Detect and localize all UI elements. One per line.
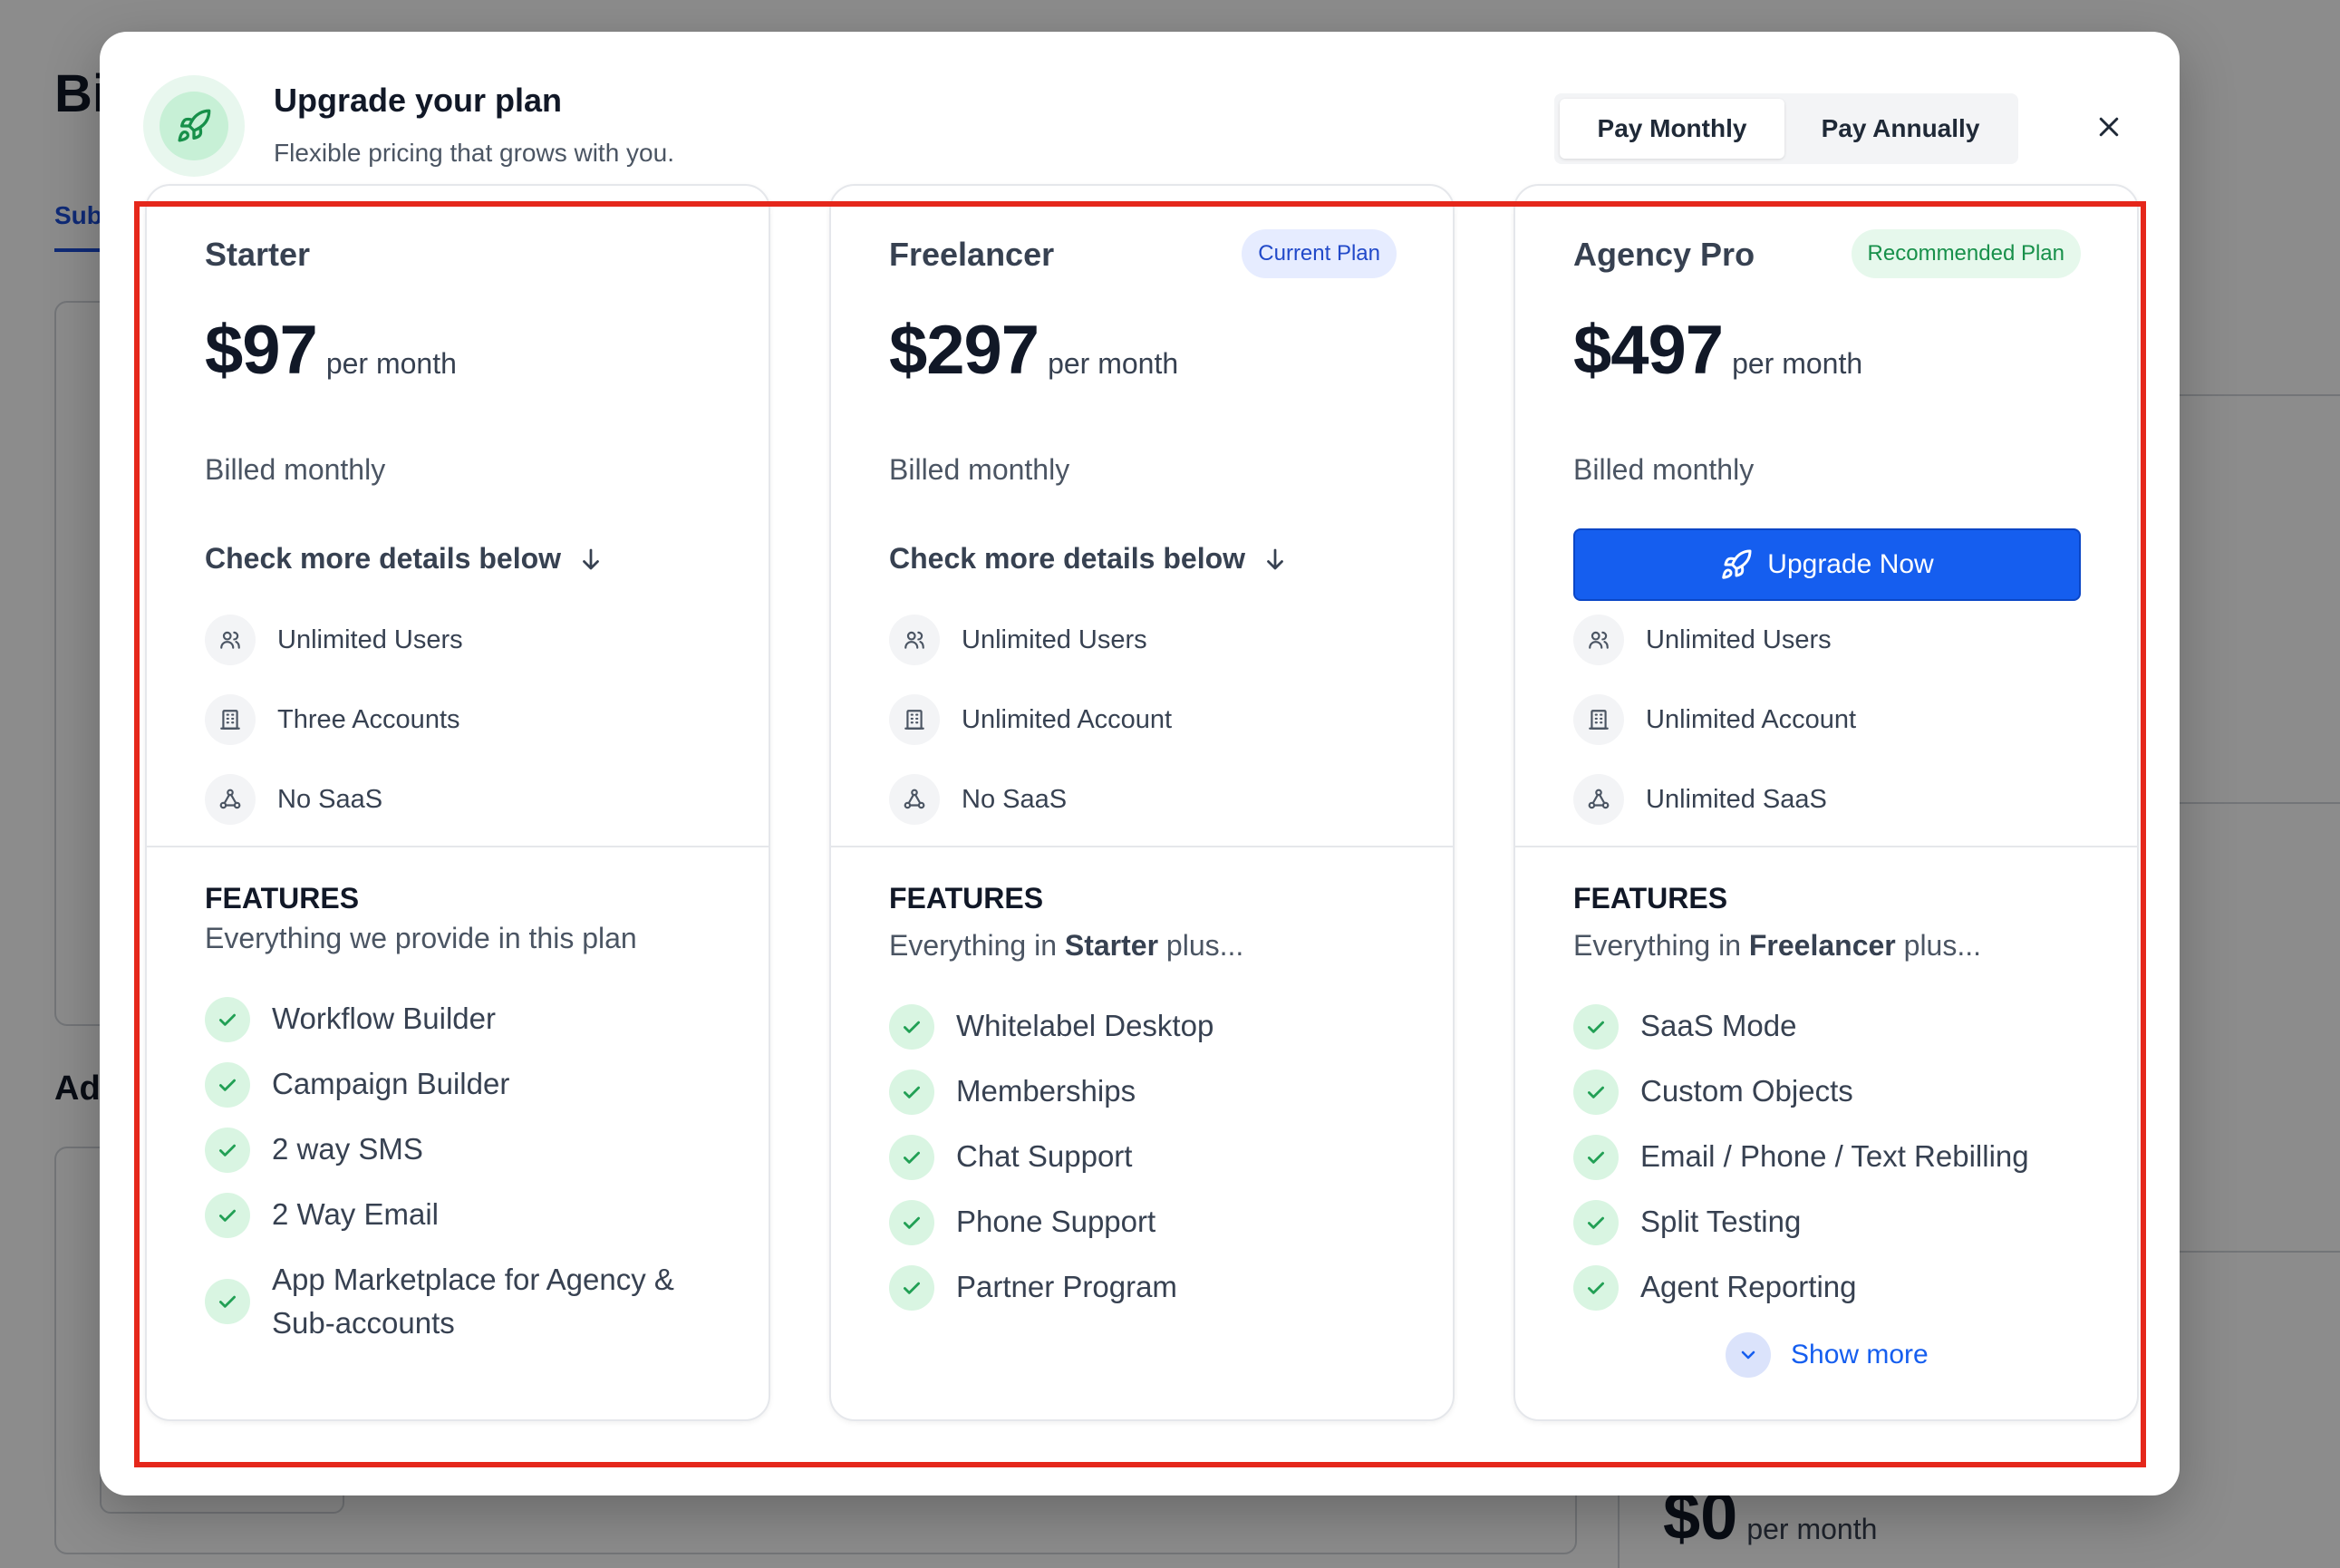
modal-title: Upgrade your plan [274, 82, 563, 119]
close-button[interactable] [2086, 104, 2132, 150]
rocket-icon [178, 109, 211, 142]
billing-toggle: Pay Monthly Pay Annually [1554, 93, 2018, 164]
highlight-frame [134, 201, 2146, 1467]
pay-monthly-button[interactable]: Pay Monthly [1560, 99, 1784, 159]
pay-annually-button[interactable]: Pay Annually [1788, 99, 2013, 159]
modal-subtitle: Flexible pricing that grows with you. [274, 139, 674, 167]
header-icon-badge [143, 75, 245, 177]
close-icon [2099, 117, 2119, 137]
